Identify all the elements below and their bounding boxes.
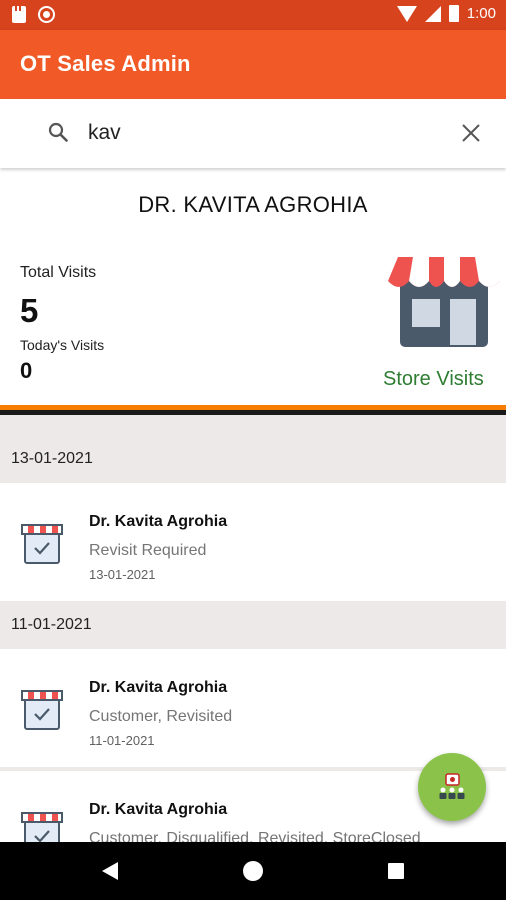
visit-status: Customer, Revisited: [89, 708, 233, 725]
list-item[interactable]: Dr. Kavita Agrohia Customer, Revisited 1…: [0, 649, 506, 767]
search-bar: [0, 99, 506, 168]
todays-visits-value: 0: [20, 358, 33, 383]
status-time: 1:00: [466, 5, 496, 22]
search-icon[interactable]: [48, 122, 68, 142]
wifi-icon: [396, 5, 417, 22]
battery-icon: [448, 5, 459, 22]
store-visit-icon: [21, 524, 63, 564]
store-visit-icon: [21, 690, 63, 730]
team-fab-button[interactable]: [418, 753, 486, 821]
todays-visits-label: Today's Visits: [20, 337, 105, 353]
visit-status: Revisit Required: [89, 542, 207, 559]
app-bar: OT Sales Admin: [0, 30, 506, 99]
close-icon[interactable]: [460, 122, 482, 144]
visit-customer-name: Dr. Kavita Agrohia: [89, 801, 228, 818]
sd-card-icon: [12, 6, 26, 23]
team-icon: [439, 773, 465, 799]
visit-date: 13-01-2021: [89, 567, 156, 582]
back-icon[interactable]: [102, 862, 118, 880]
section-divider: [0, 405, 506, 415]
visit-status: Customer, Disqualified, Revisited, Store…: [89, 830, 421, 842]
visit-date: 11-01-2021: [89, 733, 155, 748]
recents-icon[interactable]: [388, 863, 404, 879]
signal-icon: [424, 5, 441, 22]
search-input[interactable]: [88, 118, 428, 148]
store-visit-icon: [21, 812, 63, 842]
total-visits-label: Total Visits: [20, 264, 97, 281]
store-icon[interactable]: [388, 255, 500, 350]
date-header: 13-01-2021: [11, 450, 93, 467]
status-right: 1:00: [396, 5, 496, 22]
list-item[interactable]: Dr. Kavita Agrohia Revisit Required 13-0…: [0, 483, 506, 601]
store-visits-link[interactable]: Store Visits: [383, 368, 484, 391]
visit-customer-name: Dr. Kavita Agrohia: [89, 679, 228, 696]
record-icon: [38, 6, 55, 23]
customer-name: DR. KAVITA AGROHIA: [138, 192, 368, 217]
total-visits-value: 5: [20, 292, 39, 329]
visit-customer-name: Dr. Kavita Agrohia: [89, 513, 228, 530]
date-header: 11-01-2021: [11, 616, 92, 633]
status-left: [12, 6, 55, 23]
app-title: OT Sales Admin: [20, 51, 191, 76]
status-bar: 1:00: [0, 0, 506, 30]
system-nav-bar: [0, 842, 506, 900]
home-icon[interactable]: [243, 861, 263, 881]
